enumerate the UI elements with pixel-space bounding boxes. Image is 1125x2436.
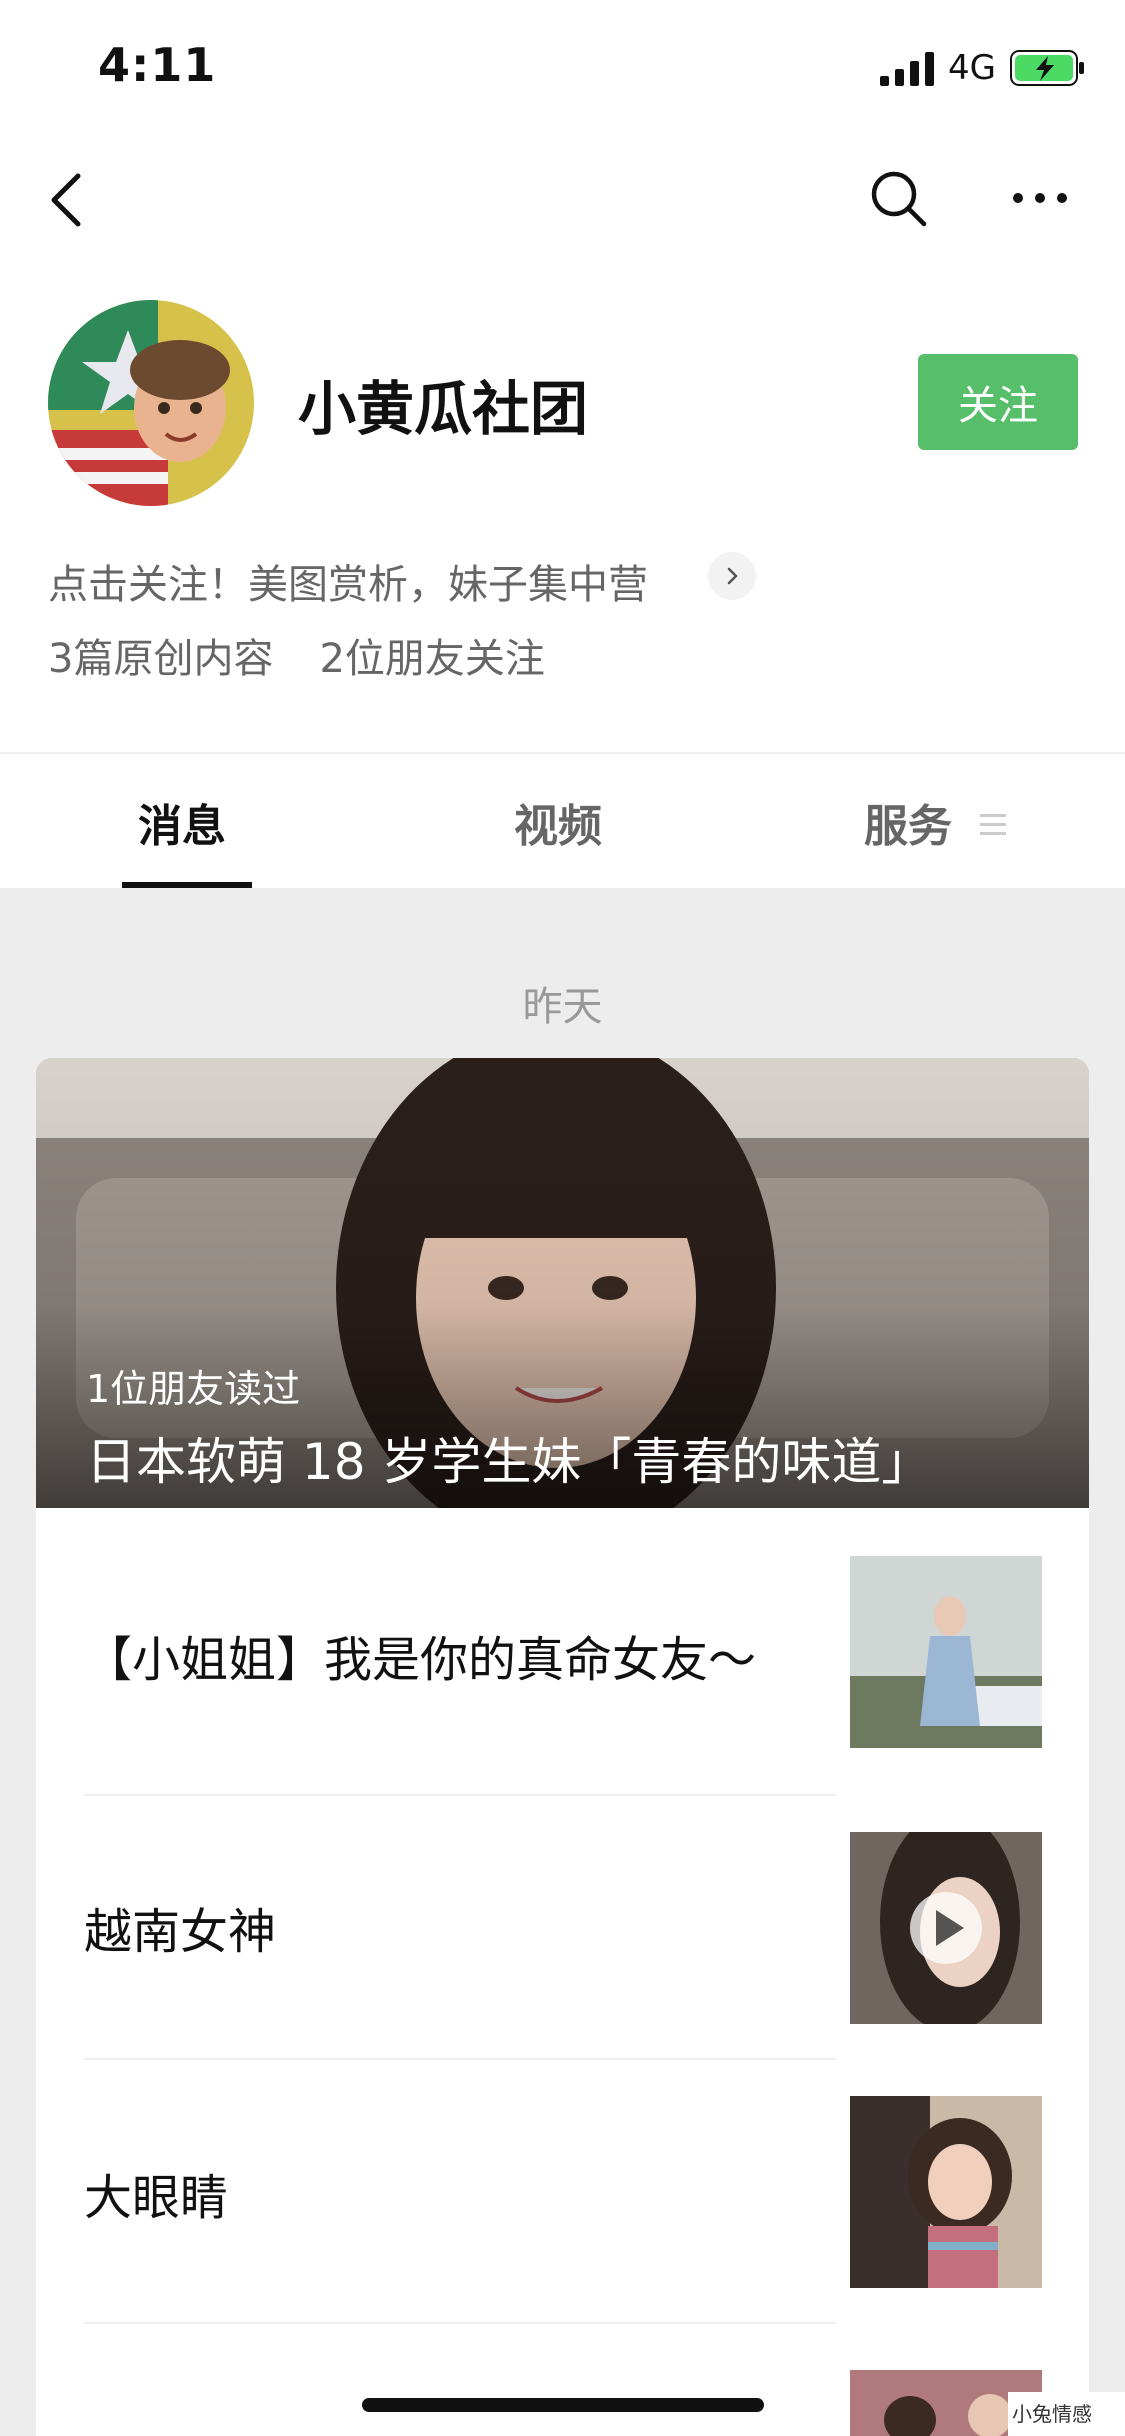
tab-active-indicator: [122, 882, 252, 888]
account-stats: 3篇原创内容 2位朋友关注: [48, 626, 545, 684]
hero-friend-readers: 1位朋友读过: [86, 1367, 301, 1411]
watermark: 小兔情感: [1008, 2392, 1125, 2436]
network-type: 4G: [948, 48, 996, 88]
article-title: 【小姐姐】我是你的真命女友～: [84, 1632, 757, 1688]
follow-button[interactable]: 关注: [918, 354, 1078, 450]
tab-messages[interactable]: 消息: [138, 790, 226, 854]
signal-icon: [880, 52, 934, 86]
hero-article[interactable]: 1位朋友读过 日本软萌 18 岁学生妹「青春的味道」: [36, 1058, 1089, 1548]
list-item[interactable]: 大眼睛: [36, 2060, 1089, 2324]
list-item[interactable]: 越南女神: [36, 1796, 1089, 2060]
battery-charging-icon: [1010, 50, 1084, 86]
home-indicator[interactable]: [362, 2398, 764, 2412]
list-item[interactable]: 【小姐姐】我是你的真命女友～: [36, 1508, 1089, 1784]
article-thumbnail: [850, 1556, 1042, 1748]
account-description[interactable]: 点击关注！美图赏析，妹子集中营: [48, 552, 648, 610]
tab-bar: 消息 视频 服务: [0, 752, 1125, 888]
search-icon[interactable]: [868, 168, 928, 228]
account-avatar[interactable]: [48, 300, 254, 506]
date-label: 昨天: [522, 984, 603, 1030]
divider: [84, 2322, 836, 2324]
account-name: 小黄瓜社团: [298, 375, 589, 443]
article-thumbnail: [850, 1832, 1042, 2024]
chevron-right-icon[interactable]: [708, 552, 756, 600]
article-title: 大眼睛: [84, 2170, 229, 2226]
back-icon[interactable]: [44, 168, 92, 232]
friends-following-count[interactable]: 2位朋友关注: [319, 626, 544, 684]
article-thumbnail: [850, 2096, 1042, 2288]
article-title: 越南女神: [84, 1904, 277, 1960]
menu-icon[interactable]: [978, 810, 1008, 840]
chevron-right-glyph: [727, 567, 738, 585]
article-group-card: 1位朋友读过 日本软萌 18 岁学生妹「青春的味道」 【小姐姐】我是你的真命女友…: [36, 1058, 1089, 2436]
original-content-count[interactable]: 3篇原创内容: [48, 626, 273, 684]
tab-videos[interactable]: 视频: [514, 790, 602, 854]
status-time: 4:11: [98, 38, 217, 92]
hero-title: 日本软萌 18 岁学生妹「青春的味道」: [86, 1433, 932, 1491]
more-icon[interactable]: [1010, 180, 1070, 216]
tab-services[interactable]: 服务: [864, 790, 952, 854]
status-bar: 4:11 4G: [0, 0, 1125, 140]
